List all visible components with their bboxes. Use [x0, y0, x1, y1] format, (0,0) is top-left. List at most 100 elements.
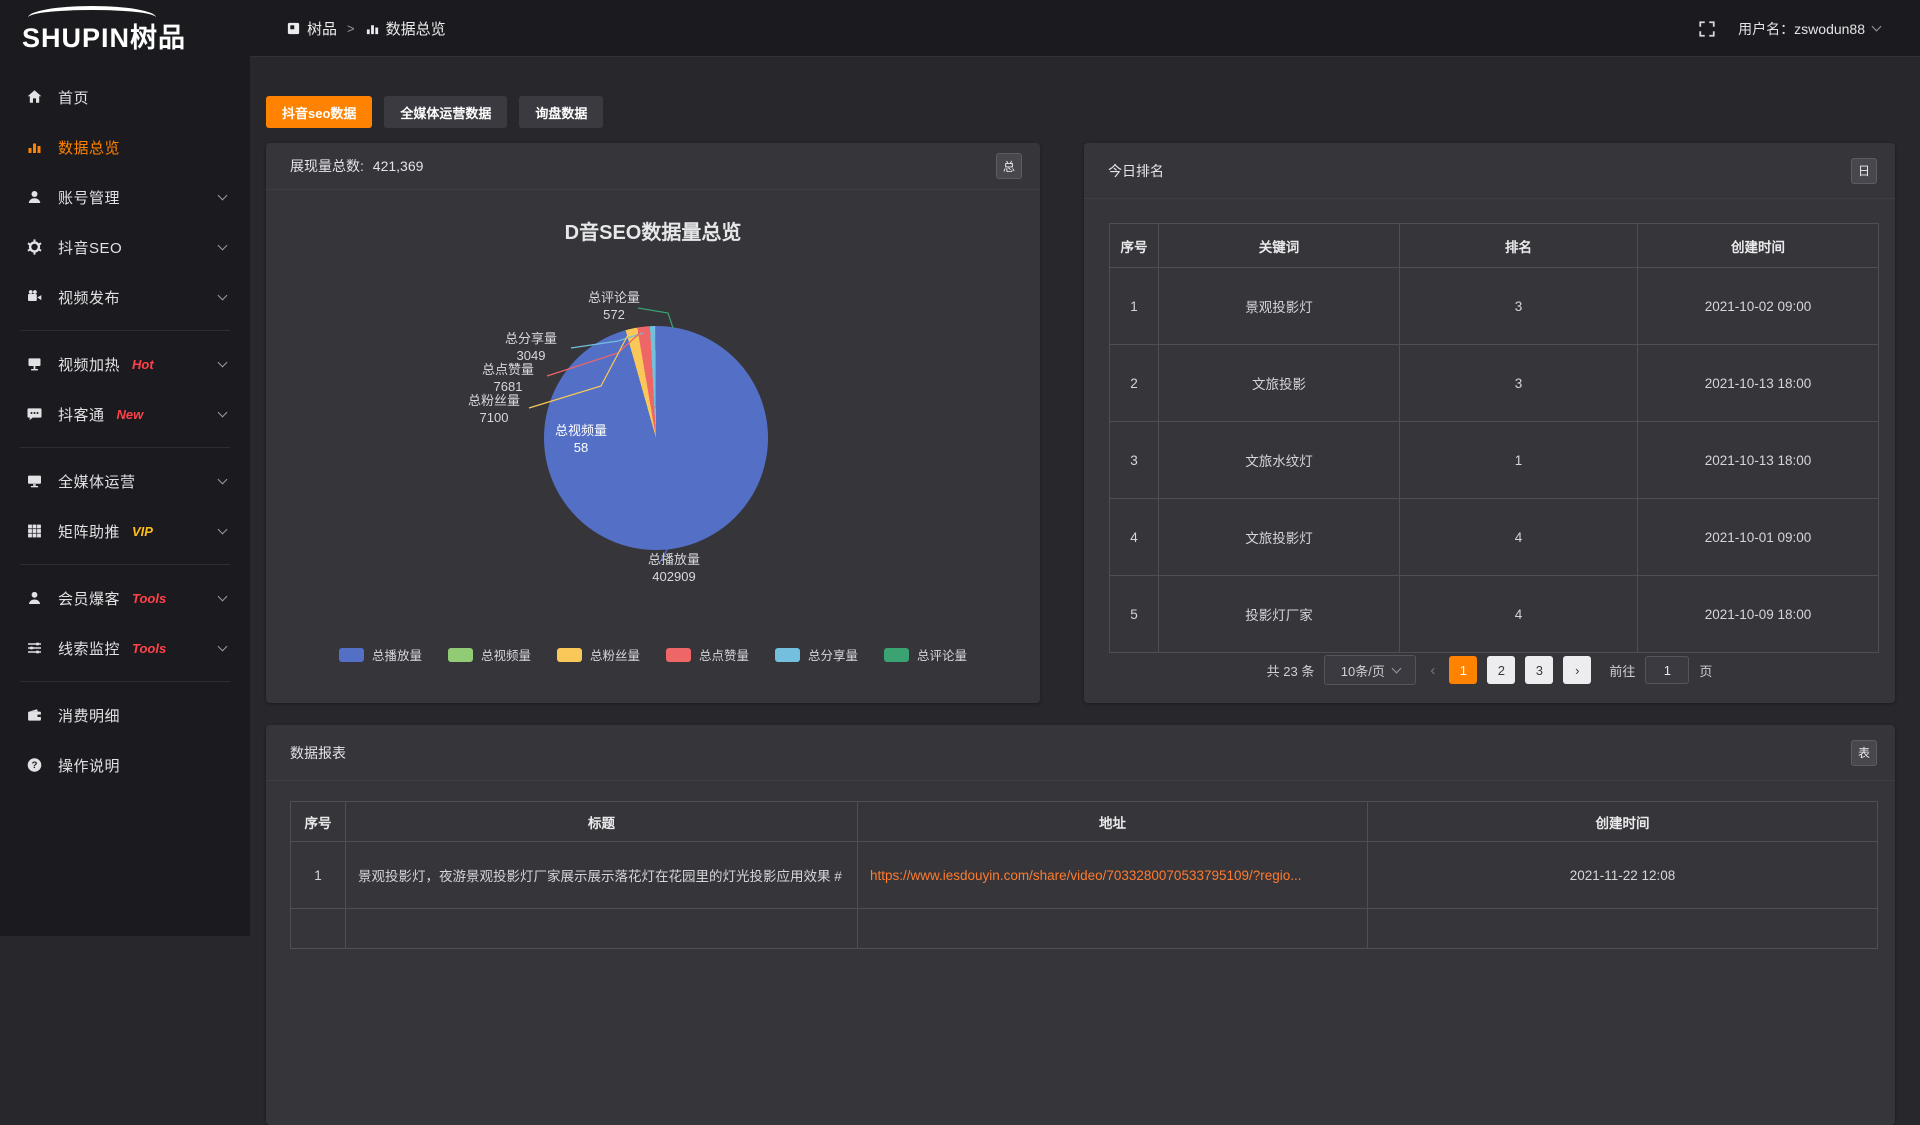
chart-title: D音SEO数据量总览	[266, 216, 1040, 245]
sidebar-item-label: 线索监控	[58, 638, 120, 659]
cell-empty	[291, 909, 346, 949]
sidebar-item-home[interactable]: 首页	[0, 72, 250, 122]
cell-url-link[interactable]: https://www.iesdouyin.com/share/video/70…	[858, 842, 1368, 909]
pie-label-value: 572	[566, 307, 662, 324]
tab-media-operation-data[interactable]: 全媒体运营数据	[384, 96, 507, 128]
username-dropdown[interactable]: 用户名：zswodun88	[1738, 19, 1880, 39]
chevron-down-icon	[218, 524, 228, 534]
cell-keyword: 文旅投影	[1159, 345, 1400, 422]
goto-page-input[interactable]	[1645, 656, 1689, 684]
cell-rank: 3	[1400, 345, 1638, 422]
next-page-button[interactable]: ›	[1563, 656, 1591, 684]
column-header: 创建时间	[1368, 802, 1878, 842]
rank-table: 序号 关键词 排名 创建时间 1 景观投影灯 3 2021-10-02 09:0…	[1109, 223, 1879, 653]
pie-label-videos: 总视频量58	[533, 423, 629, 457]
pie-label-name: 总粉丝量	[446, 393, 542, 410]
sidebar-item-douketong[interactable]: 抖客通 New	[0, 389, 250, 439]
fullscreen-icon[interactable]	[1698, 20, 1716, 38]
sidebar-item-label: 矩阵助推	[58, 521, 120, 542]
cell-created: 2021-10-13 18:00	[1638, 345, 1879, 422]
pie-label-value: 402909	[624, 569, 724, 586]
sidebar-item-video-heat[interactable]: 视频加热 Hot	[0, 339, 250, 389]
topbar: 树品 > 数据总览 用户名：zswodun88	[250, 0, 1920, 57]
sidebar-menu: 首页 数据总览 账号管理 抖音SEO 视频发布 视频加热 Hot	[0, 72, 250, 790]
total-view-button[interactable]: 总	[996, 153, 1022, 179]
breadcrumb-separator: >	[347, 21, 355, 36]
cell-rank: 4	[1400, 576, 1638, 653]
cell-keyword: 文旅水纹灯	[1159, 422, 1400, 499]
logo: SHUPIN树品	[22, 6, 222, 52]
report-panel: 数据报表 表 序号 标题 地址 创建时间 1 景观投影灯，夜游景观投影灯厂家展示…	[266, 725, 1895, 1125]
legend-label: 总分享量	[808, 645, 858, 664]
sidebar-item-douyin-seo[interactable]: 抖音SEO	[0, 222, 250, 272]
chevron-down-icon	[218, 190, 228, 200]
pie-label-name: 总分享量	[481, 331, 581, 348]
pie-label-likes: 总点赞量7681	[458, 362, 558, 396]
page-button-3[interactable]: 3	[1525, 656, 1553, 684]
sidebar-item-matrix-boost[interactable]: 矩阵助推 VIP	[0, 506, 250, 556]
app-icon	[286, 21, 301, 36]
impressions-panel: 展现量总数: 421,369 总 D音SEO数据量总览 总评论量572 总分享量…	[266, 143, 1040, 703]
cell-index: 2	[1110, 345, 1159, 422]
table-view-button[interactable]: 表	[1851, 740, 1877, 766]
column-header: 序号	[1110, 224, 1159, 268]
sidebar-item-lead-monitor[interactable]: 线索监控 Tools	[0, 623, 250, 673]
pie-label-shares: 总分享量3049	[481, 331, 581, 365]
legend-item-videos[interactable]: 总视频量	[448, 645, 531, 664]
person-icon	[26, 590, 44, 606]
wallet-icon	[26, 707, 44, 723]
column-header: 关键词	[1159, 224, 1400, 268]
prev-page-button[interactable]: ‹	[1426, 662, 1439, 679]
column-header: 创建时间	[1638, 224, 1879, 268]
chart-legend: 总播放量 总视频量 总粉丝量 总点赞量 总分享量 总评论量	[266, 645, 1040, 664]
pagination-total: 共 23 条	[1267, 661, 1315, 680]
page-button-2[interactable]: 2	[1487, 656, 1515, 684]
legend-label: 总视频量	[481, 645, 531, 664]
tab-douyin-seo-data[interactable]: 抖音seo数据	[266, 96, 372, 128]
legend-item-shares[interactable]: 总分享量	[775, 645, 858, 664]
legend-item-plays[interactable]: 总播放量	[339, 645, 422, 664]
tab-inquiry-data[interactable]: 询盘数据	[519, 96, 603, 128]
sidebar-item-media-operation[interactable]: 全媒体运营	[0, 456, 250, 506]
sidebar-item-member-burst[interactable]: 会员爆客 Tools	[0, 573, 250, 623]
breadcrumb-root[interactable]: 树品	[286, 18, 337, 39]
cell-index: 5	[1110, 576, 1159, 653]
legend-swatch	[884, 648, 909, 662]
column-header: 地址	[858, 802, 1368, 842]
impressions-total-value: 421,369	[373, 158, 424, 174]
sidebar-item-instructions[interactable]: ? 操作说明	[0, 740, 250, 790]
day-view-button[interactable]: 日	[1851, 158, 1877, 184]
menu-divider	[20, 564, 230, 565]
legend-item-fans[interactable]: 总粉丝量	[557, 645, 640, 664]
sidebar-item-account[interactable]: 账号管理	[0, 172, 250, 222]
sidebar-item-label: 账号管理	[58, 187, 120, 208]
pie-chart-area: D音SEO数据量总览 总评论量 572 总分享量3049 总点赞量7681 总粉丝…	[266, 190, 1040, 695]
menu-divider	[20, 681, 230, 682]
page-button-1[interactable]: 1	[1449, 656, 1477, 684]
sidebar-item-data-overview[interactable]: 数据总览	[0, 122, 250, 172]
column-header: 标题	[346, 802, 858, 842]
page-size-value: 10条/页	[1341, 661, 1385, 680]
sidebar-item-label: 首页	[58, 87, 89, 108]
sidebar-item-video-publish[interactable]: 视频发布	[0, 272, 250, 322]
cell-rank: 1	[1400, 422, 1638, 499]
pagination: 共 23 条 10条/页 ‹ 1 2 3 › 前往 页	[1084, 655, 1895, 685]
sidebar-item-consumption-detail[interactable]: 消费明细	[0, 690, 250, 740]
svg-text:?: ?	[32, 760, 38, 771]
page-size-select[interactable]: 10条/页	[1324, 655, 1416, 685]
sidebar-item-label: 抖音SEO	[58, 237, 122, 258]
tools-badge: Tools	[132, 591, 166, 606]
legend-swatch	[557, 648, 582, 662]
bar-chart-icon	[365, 21, 380, 36]
report-table: 序号 标题 地址 创建时间 1 景观投影灯，夜游景观投影灯厂家展示展示落花灯在花…	[290, 801, 1878, 949]
cell-created: 2021-10-13 18:00	[1638, 422, 1879, 499]
sidebar-item-label: 视频加热	[58, 354, 120, 375]
cell-created: 2021-10-01 09:00	[1638, 499, 1879, 576]
legend-item-comments[interactable]: 总评论量	[884, 645, 967, 664]
cell-index: 3	[1110, 422, 1159, 499]
sidebar-item-label: 会员爆客	[58, 588, 120, 609]
breadcrumb-current[interactable]: 数据总览	[365, 18, 446, 39]
legend-swatch	[666, 648, 691, 662]
tools-badge: Tools	[132, 641, 166, 656]
legend-item-likes[interactable]: 总点赞量	[666, 645, 749, 664]
